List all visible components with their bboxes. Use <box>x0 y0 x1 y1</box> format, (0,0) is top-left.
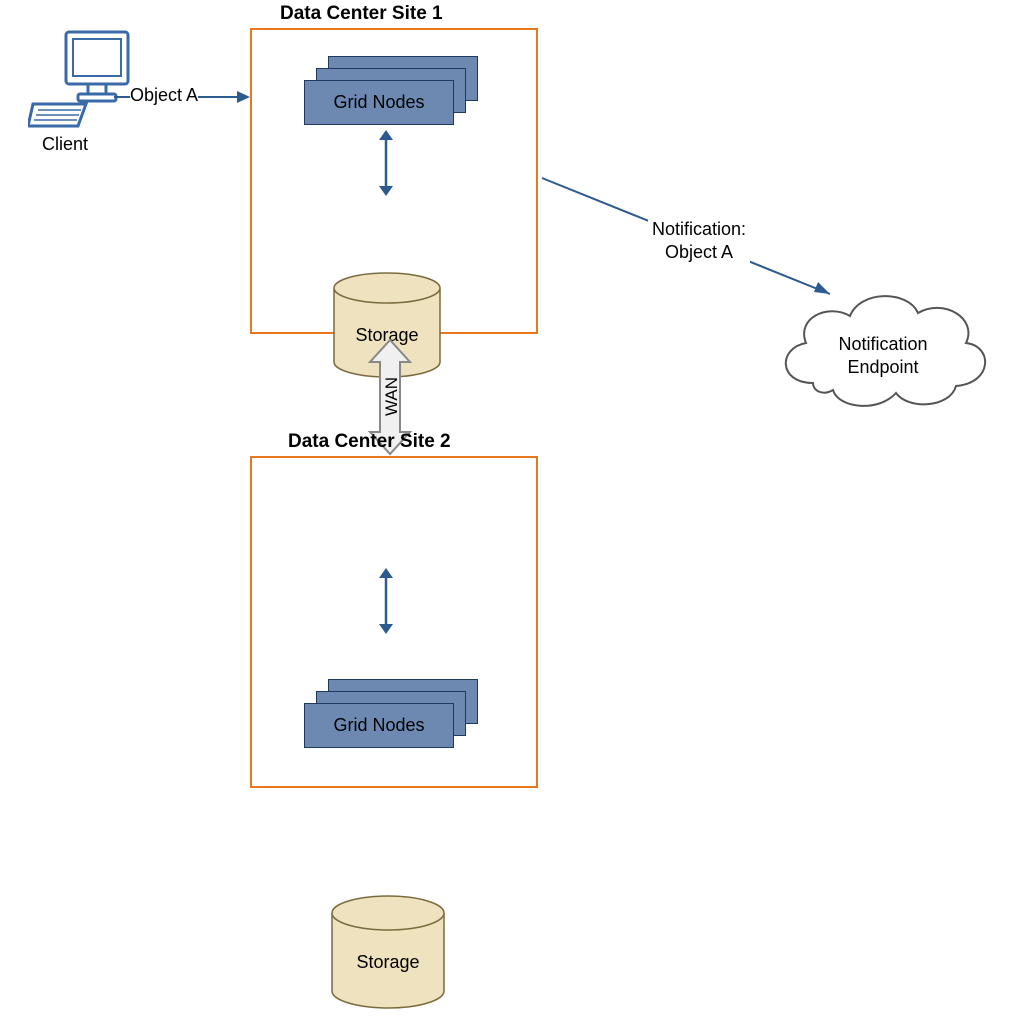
site2-storage: Storage <box>330 893 446 1011</box>
computer-icon <box>28 26 138 131</box>
endpoint-label: Notification Endpoint <box>793 333 973 378</box>
client-label: Client <box>20 134 110 155</box>
client-computer <box>28 26 138 136</box>
site2-storage-label: Storage <box>330 952 446 973</box>
object-a-label: Object A <box>130 85 198 106</box>
wan-label: WAN <box>382 377 402 416</box>
site1-title: Data Center Site 1 <box>280 3 443 25</box>
site2-title: Data Center Site 2 <box>288 431 451 453</box>
site1-bidir-arrow <box>376 128 396 203</box>
site1-grid-nodes: Grid Nodes <box>304 56 474 131</box>
endpoint-line1: Notification <box>793 333 973 356</box>
site2-bidir-arrow <box>376 566 396 641</box>
notification-line2: Object A <box>652 241 746 264</box>
site2-grid-nodes-label: Grid Nodes <box>333 715 424 736</box>
site1-grid-nodes-label: Grid Nodes <box>333 92 424 113</box>
notification-line1: Notification: <box>652 218 746 241</box>
notification-endpoint-cloud: Notification Endpoint <box>768 278 998 433</box>
site2-grid-nodes: Grid Nodes <box>304 679 474 754</box>
endpoint-line2: Endpoint <box>793 356 973 379</box>
notification-label: Notification: Object A <box>648 216 750 265</box>
